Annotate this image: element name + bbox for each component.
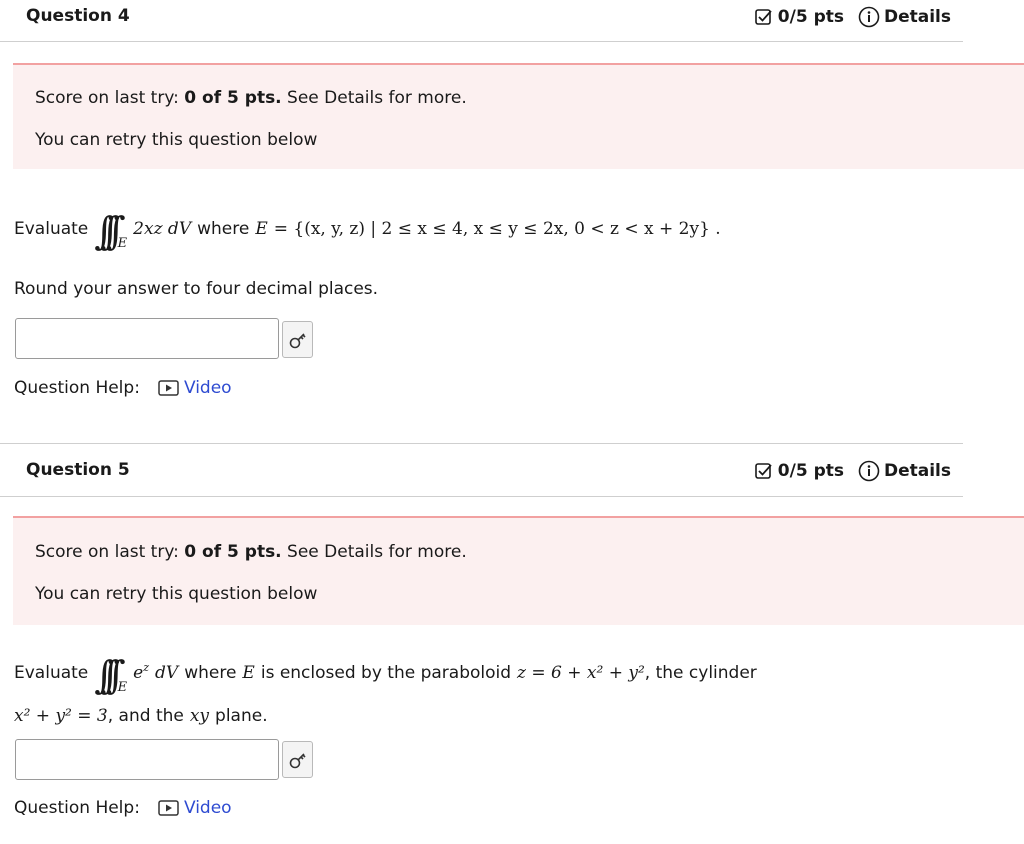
help-label: Question Help: — [14, 798, 140, 818]
integrand-differential: dV — [155, 663, 179, 683]
details-label: Details — [883, 461, 951, 481]
score-points: 0/5 pts — [754, 7, 844, 27]
triple-integral-symbol: ∫∫∫ — [94, 209, 126, 253]
plane-end: plane. — [215, 706, 268, 726]
checkbox-check-icon — [754, 463, 772, 479]
integral-region-sub: E — [117, 679, 128, 695]
last-try-score: 0 of 5 pts. — [184, 542, 282, 562]
play-icon — [158, 800, 179, 816]
problem-statement: Evaluate ∫∫∫ E ez dV where E is enclosed… — [14, 648, 757, 698]
last-try-prefix: Score on last try: — [35, 542, 185, 562]
last-try-prefix: Score on last try: — [35, 88, 185, 108]
integral-region-sub: E — [117, 235, 128, 251]
problem-statement: Evaluate ∫∫∫ E 2xz dV where E = {(x, y, … — [14, 204, 721, 254]
where-label: where — [184, 663, 237, 683]
answer-input[interactable] — [15, 739, 279, 780]
evaluate-label: Evaluate — [14, 663, 89, 683]
region-definition: = {(x, y, z) | 2 ≤ x ≤ 4, x ≤ y ≤ 2x, 0 … — [273, 219, 721, 239]
question-4-header: Question 4 0/5 pts Details — [0, 0, 963, 42]
integrand-base: e — [133, 663, 144, 683]
last-try-suffix: See Details for more. — [281, 542, 467, 562]
triple-integral-symbol: ∫∫∫ — [94, 653, 126, 697]
details-button[interactable]: Details — [858, 6, 951, 28]
integrand: 2xz dV — [133, 219, 192, 239]
question-title: Question 4 — [26, 6, 130, 26]
video-label[interactable]: Video — [184, 378, 232, 398]
last-try-score: 0 of 5 pts. — [184, 88, 282, 108]
problem-statement-cont: x² + y² = 3 , and the xy plane. — [14, 706, 268, 726]
score-points: 0/5 pts — [754, 461, 844, 481]
video-link[interactable]: Video — [158, 378, 232, 398]
retry-line: You can retry this question below — [35, 584, 318, 604]
question-5-header: Question 5 0/5 pts Details — [0, 443, 963, 497]
last-try-line: Score on last try: 0 of 5 pts. See Detai… — [35, 88, 467, 108]
score-notice: Score on last try: 0 of 5 pts. See Detai… — [13, 516, 1024, 625]
key-icon — [289, 332, 306, 348]
info-circle-icon — [858, 6, 880, 28]
help-label: Question Help: — [14, 378, 140, 398]
question-meta: 0/5 pts Details — [754, 6, 951, 28]
last-try-suffix: See Details for more. — [281, 88, 467, 108]
key-icon — [289, 752, 306, 768]
video-link[interactable]: Video — [158, 798, 232, 818]
key-button[interactable] — [282, 741, 313, 778]
details-button[interactable]: Details — [858, 460, 951, 482]
retry-line: You can retry this question below — [35, 130, 318, 150]
score-text: 0/5 pts — [777, 7, 844, 27]
region-var: E — [242, 663, 255, 683]
round-instruction: Round your answer to four decimal places… — [14, 279, 379, 299]
question-help: Question Help: Video — [14, 378, 232, 398]
score-notice: Score on last try: 0 of 5 pts. See Detai… — [13, 63, 1024, 169]
cylinder-equation: x² + y² = 3 — [14, 706, 108, 726]
plane-text: , and the — [107, 706, 184, 726]
plane-var: xy — [189, 706, 210, 726]
integrand-exponent: z — [143, 660, 150, 674]
play-icon — [158, 380, 179, 396]
evaluate-label: Evaluate — [14, 219, 89, 239]
info-circle-icon — [858, 460, 880, 482]
paraboloid-equation: z = 6 + x² + y² — [517, 663, 645, 683]
question-title: Question 5 — [26, 460, 130, 480]
answer-input[interactable] — [15, 318, 279, 359]
checkbox-check-icon — [754, 9, 772, 25]
cylinder-label: , the cylinder — [644, 663, 757, 683]
question-meta: 0/5 pts Details — [754, 460, 951, 482]
question-help: Question Help: Video — [14, 798, 232, 818]
details-label: Details — [883, 7, 951, 27]
video-label[interactable]: Video — [184, 798, 232, 818]
enclosed-text: is enclosed by the paraboloid — [260, 663, 512, 683]
key-button[interactable] — [282, 321, 313, 358]
where-label: where — [197, 219, 250, 239]
region-var: E — [255, 219, 268, 239]
score-text: 0/5 pts — [777, 461, 844, 481]
last-try-line: Score on last try: 0 of 5 pts. See Detai… — [35, 542, 467, 562]
